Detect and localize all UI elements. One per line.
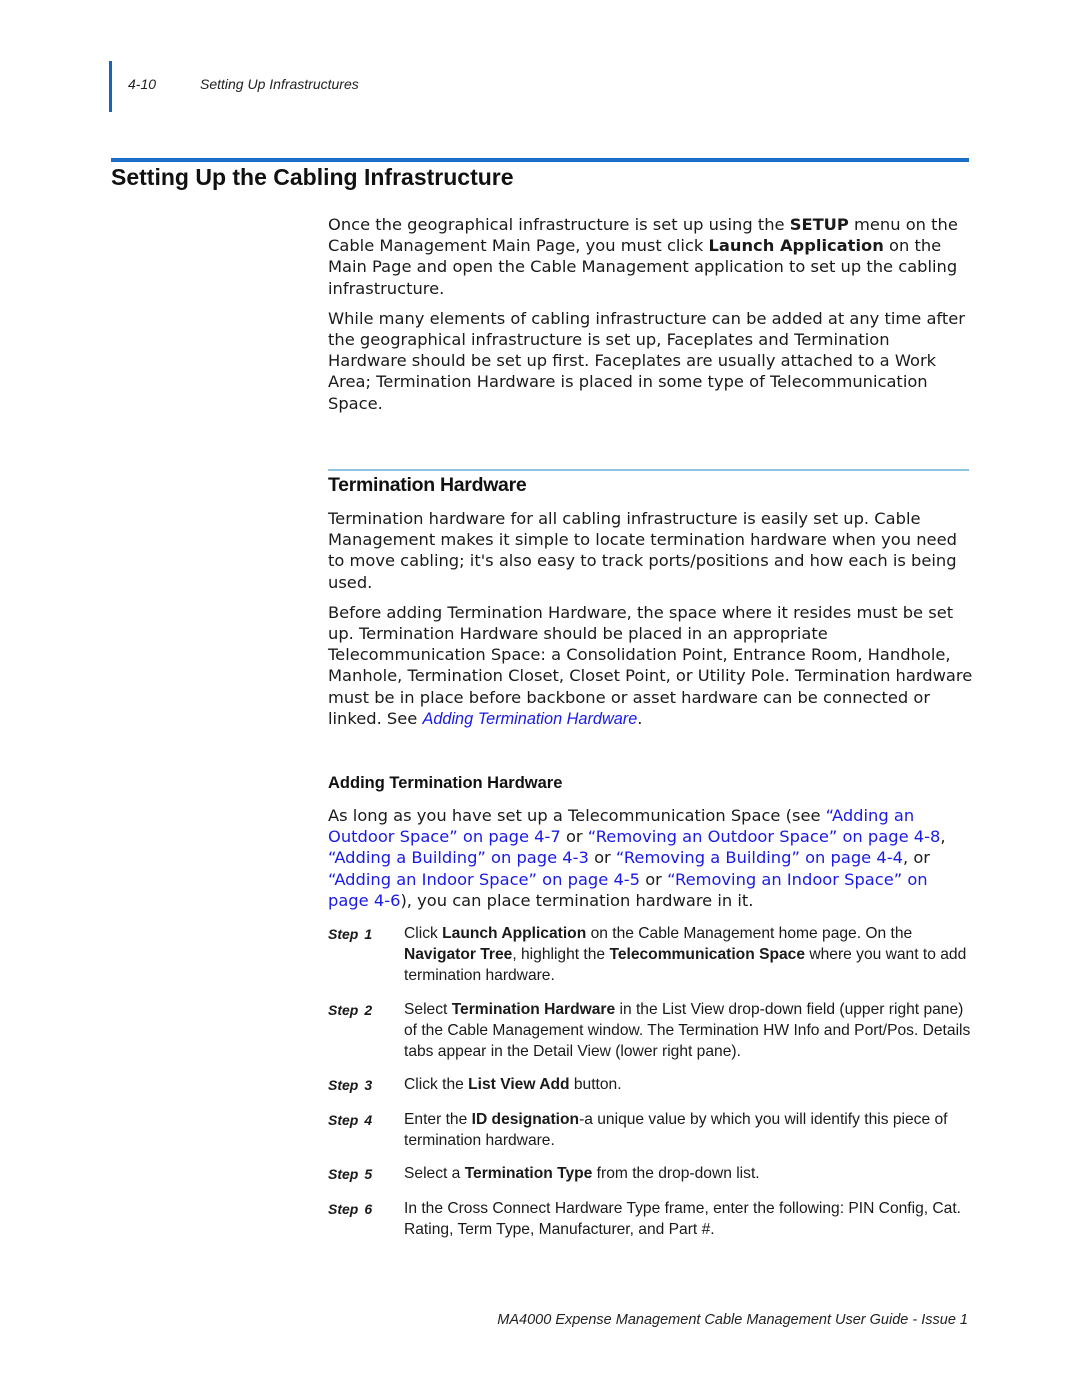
step-label: Step 2 bbox=[328, 1001, 373, 1018]
page-footer: MA4000 Expense Management Cable Manageme… bbox=[497, 1312, 968, 1328]
adding-termination-hardware-heading: Adding Termination Hardware bbox=[328, 774, 563, 792]
section-rule bbox=[328, 469, 969, 471]
termination-paragraph-2: Before adding Termination Hardware, the … bbox=[328, 602, 973, 728]
running-header: 4-10 Setting Up Infrastructures bbox=[128, 76, 359, 92]
termination-hardware-heading: Termination Hardware bbox=[328, 474, 527, 496]
step-3: Step 3 Click the List View Add button. bbox=[328, 1074, 978, 1096]
page-number: 4-10 bbox=[128, 76, 157, 92]
steps-list: Step 1 Click Launch Application on the Ca… bbox=[328, 923, 978, 1252]
step-label: Step 6 bbox=[328, 1200, 373, 1217]
step-text: Click Launch Application on the Cable Ma… bbox=[404, 925, 967, 984]
step-label: Step 4 bbox=[328, 1111, 373, 1128]
step-text: In the Cross Connect Hardware Type frame… bbox=[404, 1199, 962, 1238]
step-label: Step 3 bbox=[328, 1077, 373, 1093]
step-5: Step 5 Select a Termination Type from the… bbox=[328, 1163, 978, 1185]
title-rule bbox=[111, 158, 969, 162]
link-adding-building[interactable]: “Adding a Building” on page 4-3 bbox=[328, 848, 589, 867]
step-2: Step 2 Select Termination Hardware in the… bbox=[328, 999, 978, 1062]
step-label: Step 5 bbox=[328, 1166, 373, 1182]
link-removing-building[interactable]: “Removing a Building” on page 4-4 bbox=[616, 848, 903, 867]
section-name: Setting Up Infrastructures bbox=[200, 76, 359, 92]
step-text: Click the List View Add button. bbox=[404, 1076, 622, 1093]
intro-paragraph-1: Once the geographical infrastructure is … bbox=[328, 215, 958, 298]
step-text: Select Termination Hardware in the List … bbox=[404, 1000, 971, 1060]
step-6: Step 6 In the Cross Connect Hardware Type… bbox=[328, 1198, 978, 1240]
termination-paragraph-1: Termination hardware for all cabling inf… bbox=[328, 509, 957, 592]
page-title: Setting Up the Cabling Infrastructure bbox=[111, 164, 514, 190]
termination-section: Termination hardware for all cabling inf… bbox=[328, 508, 973, 730]
step-text: Enter the ID designation-a unique value … bbox=[404, 1110, 948, 1149]
step-text: Select a Termination Type from the drop-… bbox=[404, 1165, 760, 1182]
step-label: Step 1 bbox=[328, 926, 373, 942]
intro-section: Once the geographical infrastructure is … bbox=[328, 214, 973, 414]
link-adding-indoor-space[interactable]: “Adding an Indoor Space” on page 4-5 bbox=[328, 870, 640, 889]
intro-paragraph-2: While many elements of cabling infrastru… bbox=[328, 308, 965, 413]
header-accent-bar bbox=[109, 61, 112, 112]
adding-intro: As long as you have set up a Telecommuni… bbox=[328, 805, 973, 911]
launch-application-term: Launch Application bbox=[708, 236, 884, 256]
step-1: Step 1 Click Launch Application on the Ca… bbox=[328, 923, 978, 986]
adding-intro-paragraph: As long as you have set up a Telecommuni… bbox=[328, 806, 946, 910]
link-removing-outdoor-space[interactable]: “Removing an Outdoor Space” on page 4-8 bbox=[588, 827, 941, 846]
step-4: Step 4 Enter the ID designation-a unique … bbox=[328, 1109, 978, 1151]
setup-menu-term: SETUP bbox=[789, 215, 849, 234]
adding-termination-hardware-link[interactable]: Adding Termination Hardware bbox=[422, 710, 637, 728]
